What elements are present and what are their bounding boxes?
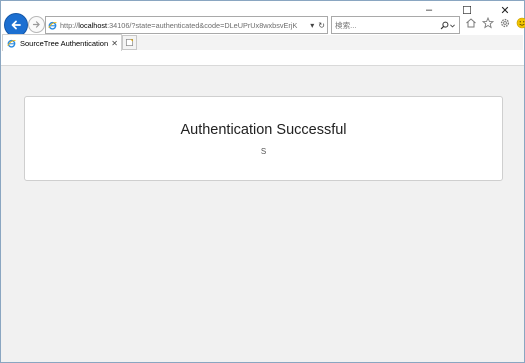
search-dropdown-icon[interactable] xyxy=(449,22,456,29)
page-title: Authentication Successful xyxy=(180,122,347,138)
tab-label: SourceTree Authentication xyxy=(20,38,109,48)
new-tab-icon xyxy=(125,38,134,47)
new-tab-button[interactable] xyxy=(122,35,137,50)
browser-chrome: – ☐ ✕ http://localhost:34106/?state=auth… xyxy=(1,1,525,66)
star-icon xyxy=(482,17,494,29)
internet-explorer-icon xyxy=(48,21,57,30)
search-box[interactable] xyxy=(331,16,460,34)
tab-sourcetree-authentication[interactable]: SourceTree Authentication ✕ xyxy=(2,34,122,51)
forward-arrow-icon xyxy=(32,21,40,28)
url-path: :34106/?state=authenticated&code=DLeUPrU… xyxy=(107,20,298,30)
refresh-button[interactable]: ↻ xyxy=(318,21,325,30)
search-icon[interactable] xyxy=(440,21,449,30)
home-button[interactable] xyxy=(464,16,478,30)
gear-icon xyxy=(500,18,510,28)
tab-strip xyxy=(137,35,523,50)
tab-close-button[interactable]: ✕ xyxy=(111,39,118,48)
forward-button[interactable] xyxy=(28,16,45,33)
address-bar-actions: ▾ ↻ xyxy=(306,20,327,30)
back-arrow-icon xyxy=(11,20,21,30)
address-bar[interactable]: http://localhost:34106/?state=authentica… xyxy=(45,16,328,34)
status-text: S xyxy=(260,147,267,156)
browser-window: – ☐ ✕ http://localhost:34106/?state=auth… xyxy=(0,0,525,363)
internet-explorer-icon xyxy=(7,39,16,48)
address-dropdown-button[interactable]: ▾ xyxy=(310,21,314,30)
search-actions xyxy=(440,21,459,30)
url-host: localhost xyxy=(78,20,108,30)
feedback-button[interactable] xyxy=(515,16,525,30)
auth-panel: Authentication Successful S xyxy=(24,96,503,181)
home-icon xyxy=(466,18,476,28)
settings-button[interactable] xyxy=(498,16,512,30)
page-content: Authentication Successful S xyxy=(1,66,524,362)
search-input[interactable] xyxy=(332,20,434,30)
url-protocol: http:// xyxy=(60,20,79,30)
toolbar-icons xyxy=(464,16,525,30)
smiley-icon xyxy=(516,17,525,29)
favorites-button[interactable] xyxy=(481,16,495,30)
